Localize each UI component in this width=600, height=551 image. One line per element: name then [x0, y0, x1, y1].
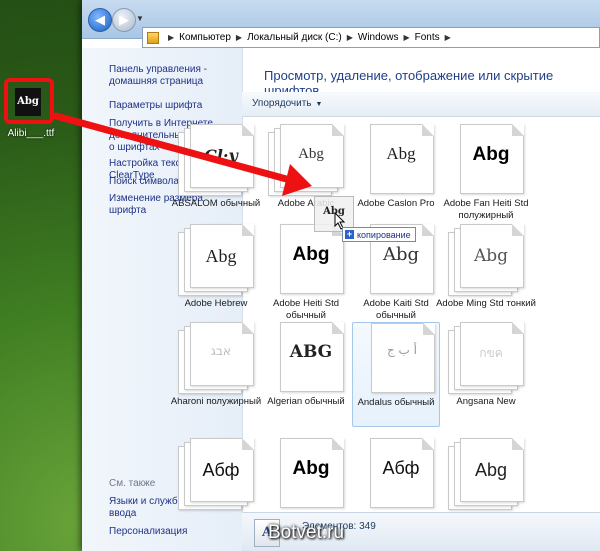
font-tile[interactable]: Abg Adobe Fan Heiti Std полужирный [442, 124, 530, 229]
font-file-icon: Abg [268, 438, 348, 510]
chevron-right-icon[interactable]: ▶ [168, 33, 174, 42]
font-name: ABSALOM обычный [171, 198, 261, 209]
font-sample: Abg [382, 244, 420, 265]
plus-icon: + [345, 229, 354, 239]
font-file-icon: Абф [178, 438, 258, 510]
font-tile[interactable]: กขค Angsana New [442, 322, 530, 427]
font-name: Adobe Caslon Pro [357, 198, 435, 209]
copy-tooltip-label: копирование [357, 229, 411, 240]
font-file-icon: Abg [268, 124, 348, 196]
chevron-down-icon: ▼ [315, 101, 323, 108]
watermark: Botvet.ru [268, 522, 345, 543]
font-tile[interactable]: Cl·y ABSALOM обычный [172, 124, 260, 229]
font-file-icon: Abg [448, 124, 528, 196]
chevron-right-icon[interactable]: ▶ [236, 33, 242, 42]
sidebar-link-font-settings[interactable]: Параметры шрифта [109, 100, 237, 112]
back-arrow-icon[interactable]: ◀ [88, 8, 112, 32]
breadcrumb-fonts[interactable]: Fonts [415, 32, 440, 43]
font-sample: Абф [382, 458, 420, 478]
breadcrumb-windows[interactable]: Windows [358, 32, 399, 43]
organize-label: Упорядочить [252, 98, 312, 109]
organize-button[interactable]: Упорядочить ▼ [252, 98, 322, 109]
font-name: Adobe Hebrew [184, 298, 248, 309]
font-file-icon: Abg [448, 438, 528, 510]
font-sample: أ ب ج [386, 343, 417, 357]
chevron-right-icon[interactable]: ▶ [347, 33, 353, 42]
font-file-icon: Abg [268, 224, 348, 296]
breadcrumb-local-disk[interactable]: Локальный диск (C:) [247, 32, 342, 43]
font-tile[interactable]: אבג Aharoni полужирный [171, 322, 261, 427]
font-sample: Abg [472, 144, 510, 165]
font-name: Andalus обычный [357, 397, 435, 408]
font-tile[interactable]: Abg Adobe Ming Std тонкий [436, 224, 536, 329]
font-file-icon: Abg [448, 224, 528, 296]
history-chevron-down-icon[interactable]: ▼ [136, 14, 144, 23]
font-name: Algerian обычный [267, 396, 345, 407]
font-sample: Abg [386, 144, 416, 163]
desktop-file-label[interactable]: Alibi___.ttf [0, 128, 62, 139]
font-name: Adobe Fan Heiti Std полужирный [443, 198, 529, 221]
chevron-right-icon[interactable]: ▶ [445, 33, 451, 42]
font-name: Adobe Kaiti Std обычный [363, 298, 429, 321]
font-tile[interactable]: Abg Adobe Heiti Std обычный [262, 224, 350, 329]
font-sample: Abg [473, 246, 509, 266]
chevron-right-icon[interactable]: ▶ [403, 33, 409, 42]
folder-icon [147, 31, 159, 44]
font-sample: กขค [479, 346, 503, 360]
font-name: Adobe Heiti Std обычный [272, 298, 339, 321]
font-file-icon: أ ب ج [359, 323, 439, 395]
fonts-window: ◀ ▶ ▼ ▶ Компьютер ▶ Локальный диск (C:) … [82, 0, 600, 551]
font-name: Aharoni полужирный [170, 396, 262, 407]
forward-arrow-icon[interactable]: ▶ [112, 8, 136, 32]
font-file-icon: Abg [178, 224, 258, 296]
font-file-icon: กขค [448, 322, 528, 394]
font-tile[interactable]: Abg Adobe Hebrew [172, 224, 260, 329]
font-file-icon: Cl·y [178, 124, 258, 196]
font-name: Adobe Ming Std тонкий [436, 298, 536, 309]
font-file-icon: ABG [268, 322, 348, 394]
font-sample: Abg [474, 460, 508, 480]
font-name: Angsana New [456, 396, 516, 407]
font-sample: Cl·y [204, 146, 238, 165]
font-sample: אבג [211, 344, 231, 358]
address-bar[interactable]: ▶ Компьютер ▶ Локальный диск (C:) ▶ Wind… [142, 27, 600, 48]
font-file-icon: Abg [358, 124, 438, 196]
copy-tooltip: + копирование [342, 227, 416, 242]
font-sample: Abg [205, 246, 237, 266]
font-sample: Abg [298, 146, 324, 162]
font-sample: Abg [292, 458, 330, 479]
font-file-icon: Абф [358, 438, 438, 510]
font-file-icon[interactable]: Abg [15, 88, 41, 116]
breadcrumb-computer[interactable]: Компьютер [179, 32, 231, 43]
font-tile[interactable]: ABG Algerian обычный [262, 322, 350, 427]
sidebar-link-control-panel-home[interactable]: Панель управления - домашняя страница [109, 64, 237, 88]
see-also-heading: См. также [109, 478, 156, 489]
font-sample: ABG [289, 342, 333, 362]
font-tile[interactable]: أ ب ج Andalus обычный [352, 322, 440, 427]
font-file-icon: אבג [178, 322, 258, 394]
toolbar: Упорядочить ▼ [242, 92, 600, 117]
font-sample: Abg [292, 244, 330, 265]
font-sample: Абф [202, 460, 240, 480]
font-tile[interactable]: Abg Adobe Caslon Pro [352, 124, 440, 229]
